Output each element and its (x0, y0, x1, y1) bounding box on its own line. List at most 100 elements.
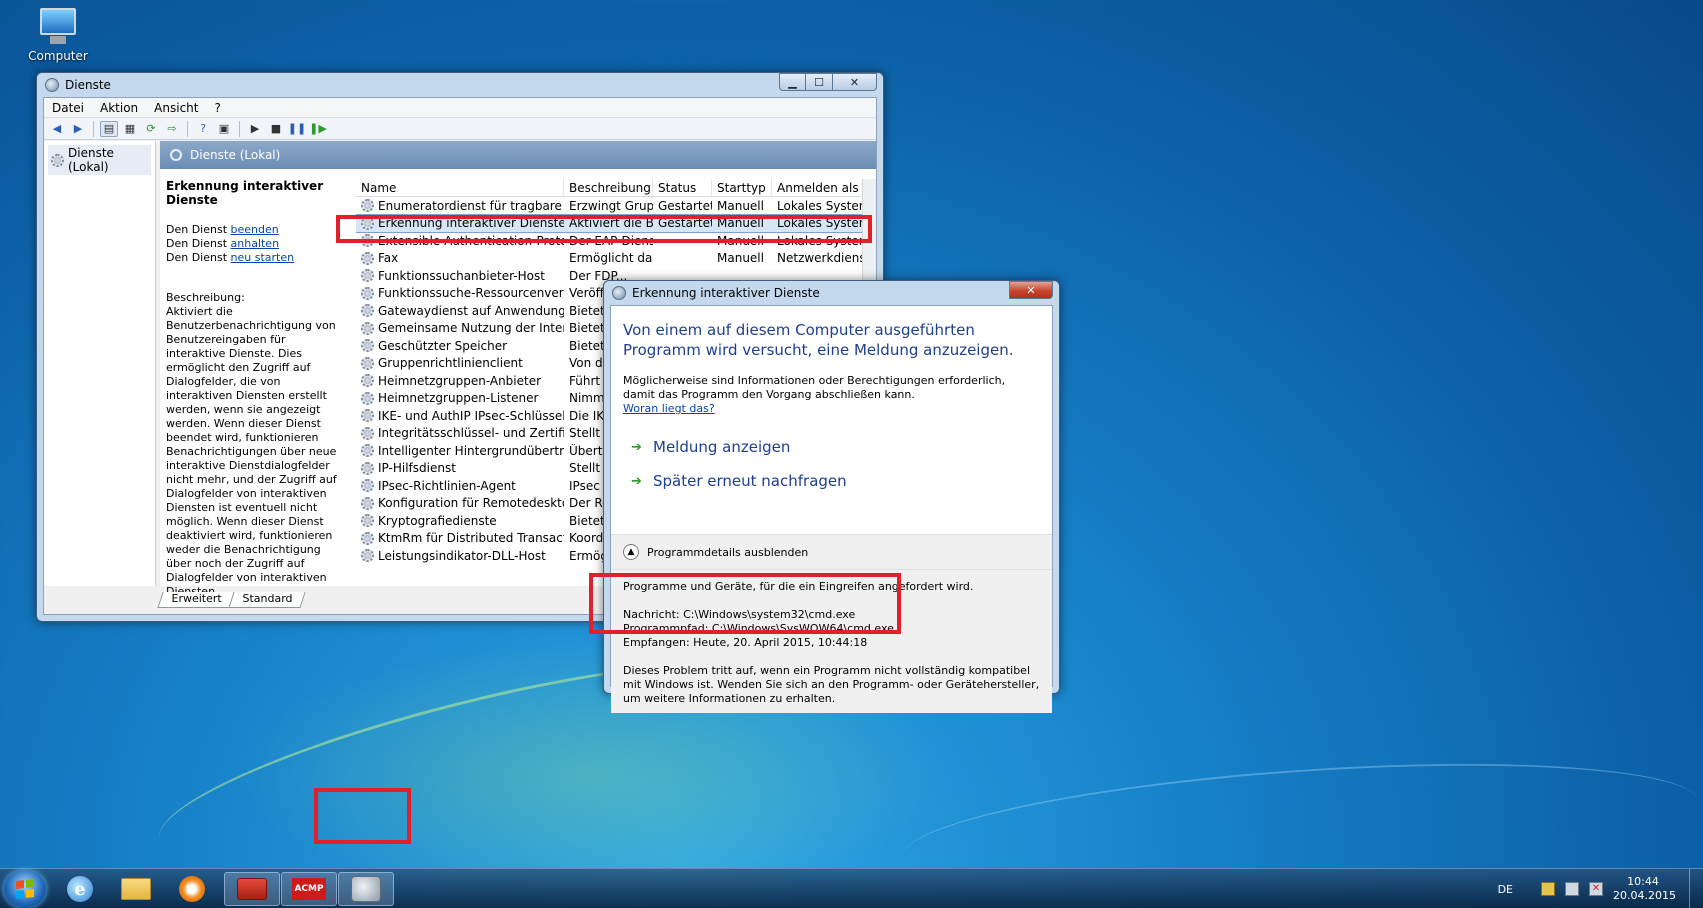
gear-icon (361, 269, 374, 283)
close-button[interactable]: ✕ (833, 73, 877, 91)
ask-later-button[interactable]: ➔ Später erneut nachfragen (631, 472, 1040, 490)
clock-date: 20.04.2015 (1613, 889, 1676, 902)
properties-icon[interactable]: ▦ (121, 121, 139, 137)
menu-ansicht[interactable]: Ansicht (146, 101, 206, 115)
service-name: Geschützter Speicher (378, 338, 508, 353)
close-button[interactable]: ✕ (1009, 281, 1053, 299)
refresh-icon[interactable]: ⟳ (142, 121, 160, 137)
maximize-button[interactable]: ☐ (806, 73, 833, 91)
row-name: Intelligenter Hintergrundübertragun... (356, 444, 564, 458)
dialog-titlebar[interactable]: Erkennung interaktiver Dienste (604, 281, 1059, 305)
help-icon[interactable]: ? (194, 121, 212, 137)
taskbar-internet-explorer[interactable]: e (52, 872, 108, 906)
minimize-button[interactable]: ▁ (779, 73, 806, 91)
tab-standard[interactable]: Standard (228, 592, 306, 608)
column-logon[interactable]: Anmelden als (772, 179, 867, 196)
service-name: IPsec-Richtlinien-Agent (378, 478, 516, 493)
row-name: Gatewaydienst auf Anwendungsebene (356, 304, 564, 318)
taskbar-toolbox[interactable] (224, 872, 280, 906)
language-indicator[interactable]: DE (1498, 883, 1513, 896)
forward-arrow-icon[interactable]: ▶ (69, 121, 87, 137)
restart-service-icon[interactable]: ❚▶ (309, 121, 327, 137)
desktop-icon-computer[interactable]: Computer (28, 8, 88, 63)
gear-icon (361, 426, 374, 440)
clock-time: 10:44 (1627, 875, 1659, 888)
row-description: Ermöglicht da... (569, 251, 653, 266)
dialog-title: Erkennung interaktiver Dienste (632, 286, 820, 300)
action-center-flag-icon[interactable] (1541, 882, 1555, 896)
folder-icon (121, 878, 151, 900)
menu-help[interactable]: ? (206, 101, 228, 115)
menu-bar: Datei Aktion Ansicht ? (44, 98, 876, 118)
extended-description: Erkennung interaktiver Dienste Den Diens… (166, 179, 344, 599)
service-name: Kryptografiedienste (378, 513, 497, 528)
row-name: Gruppenrichtlinienclient (356, 356, 564, 370)
console-tree: Dienste (Lokal) (44, 141, 156, 586)
services-titlebar[interactable]: Dienste (37, 73, 883, 97)
speaker-muted-icon[interactable]: ✕ (1589, 882, 1603, 896)
start-button[interactable] (4, 870, 46, 908)
view-tabs: Erweitert Standard (157, 592, 306, 608)
row-name: Leistungsindikator-DLL-Host (356, 549, 564, 563)
taskbar-explorer[interactable] (108, 872, 164, 906)
service-name: Funktionssuche-Ressourcenveröffen... (378, 286, 564, 301)
stop-service-link[interactable]: beenden (231, 223, 279, 236)
console-tree-icon[interactable]: ▤ (100, 120, 118, 137)
clock[interactable]: 10:44 20.04.2015 (1613, 875, 1676, 903)
row-description: Erzwingt Grup... (569, 198, 653, 213)
back-arrow-icon[interactable]: ◀ (48, 121, 66, 137)
desktop-icon-label: Computer (28, 49, 88, 63)
dialog-heading: Von einem auf diesem Computer ausgeführt… (623, 321, 1014, 359)
gear-icon (361, 321, 374, 335)
why-link[interactable]: Woran liegt das? (623, 402, 715, 415)
row-name: IKE- und AuthIP IPsec-Schlüsselerste... (356, 409, 564, 423)
service-name: Intelligenter Hintergrundübertragun... (378, 443, 564, 458)
tree-item-services-local[interactable]: Dienste (Lokal) (48, 145, 151, 175)
toolbox-icon (237, 878, 267, 900)
gear-icon (361, 251, 374, 265)
pause-service-icon[interactable]: ❚❚ (288, 121, 306, 137)
menu-datei[interactable]: Datei (44, 101, 92, 115)
network-icon[interactable] (1565, 882, 1579, 896)
stop-service-icon[interactable]: ■ (267, 121, 285, 137)
taskbar-services[interactable] (338, 872, 394, 906)
column-name[interactable]: Name (356, 179, 564, 196)
column-status[interactable]: Status (653, 179, 712, 196)
row-name: IPsec-Richtlinien-Agent (356, 479, 564, 493)
chevron-up-icon: ▲ (623, 544, 639, 560)
table-row[interactable]: Enumeratordienst für tragbare Geräte Erzw… (356, 197, 876, 215)
media-player-icon: ▶ (179, 876, 205, 902)
green-arrow-icon: ➔ (631, 439, 642, 455)
row-name: Kryptografiedienste (356, 514, 564, 528)
row-starttype: Manuell (717, 251, 764, 266)
view-icon[interactable]: ▣ (215, 121, 233, 137)
show-desktop-button[interactable] (1689, 869, 1703, 908)
menu-aktion[interactable]: Aktion (92, 101, 146, 115)
pane-header-title: Dienste (Lokal) (190, 148, 281, 162)
details-received: Empfangen: Heute, 20. April 2015, 10:44:… (623, 636, 868, 649)
hide-details-toggle[interactable]: ▲ Programmdetails ausblenden (611, 534, 1052, 570)
restart-service-link[interactable]: neu starten (231, 251, 295, 264)
service-name: Gatewaydienst auf Anwendungsebene (378, 303, 564, 318)
taskbar-media-player[interactable]: ▶ (164, 872, 220, 906)
row-status: Gestartet (658, 198, 712, 213)
table-row[interactable]: Fax Ermöglicht da... Manuell Netzwerkdienst (356, 250, 876, 268)
pause-service-link[interactable]: anhalten (231, 237, 280, 250)
option-label: Meldung anzeigen (653, 438, 791, 456)
show-message-button[interactable]: ➔ Meldung anzeigen (631, 438, 1040, 456)
service-name: Gruppenrichtlinienclient (378, 356, 523, 371)
taskbar-acmp[interactable]: ACMP (281, 872, 337, 906)
tab-erweitert[interactable]: Erweitert (157, 592, 235, 608)
service-name: Leistungsindikator-DLL-Host (378, 548, 546, 563)
export-list-icon[interactable]: ⇨ (163, 121, 181, 137)
highlight-box (589, 573, 901, 634)
column-description[interactable]: Beschreibung (564, 179, 653, 196)
highlight-box (336, 215, 872, 243)
row-name: Funktionssuchanbieter-Host (356, 269, 564, 283)
toggle-label: Programmdetails ausblenden (647, 545, 809, 559)
gear-icon (361, 531, 374, 545)
windows-logo-icon (16, 879, 34, 899)
column-starttype[interactable]: Starttyp (712, 179, 772, 196)
start-service-icon[interactable]: ▶ (246, 121, 264, 137)
gear-icon (361, 461, 374, 475)
